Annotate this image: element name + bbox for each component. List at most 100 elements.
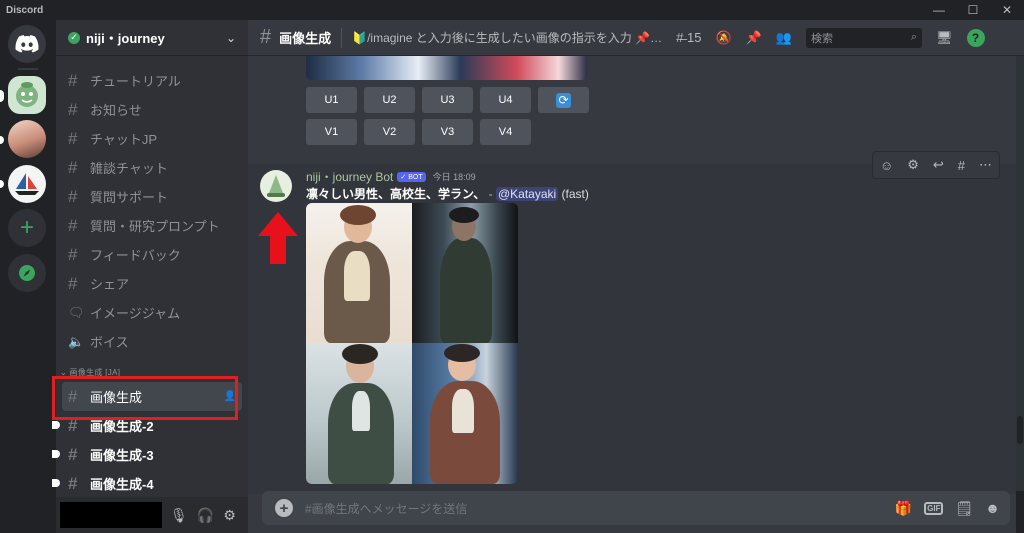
variation-2-button[interactable]: V2 <box>364 119 415 145</box>
channel-item[interactable]: # 画像生成-4 <box>52 469 248 498</box>
inbox-icon[interactable]: 🖥 <box>936 30 953 46</box>
highlight-box <box>52 376 238 420</box>
headphones-icon[interactable]: 🎧 <box>197 507 214 524</box>
scrollbar-thumb[interactable] <box>1017 416 1023 444</box>
attach-plus-button[interactable]: + <box>275 499 293 517</box>
generated-image-3[interactable] <box>306 343 412 484</box>
reroll-button[interactable]: ⟳ <box>538 87 589 113</box>
message-input[interactable]: #画像生成へメッセージを送信 <box>305 500 895 517</box>
hash-icon: # <box>68 99 78 119</box>
channel-list: # チュートリアル # お知らせ # チャットJP # 雑談チャット # 質問サポート #… <box>56 66 248 356</box>
channel-item[interactable]: # フィードバック <box>56 240 248 269</box>
hash-icon: # <box>68 70 78 90</box>
message-composer[interactable]: + #画像生成へメッセージを送信 🎁 GIF 🗒 ☻ <box>262 491 1010 525</box>
channel-name: 雑談チャット <box>90 161 168 176</box>
channel-title: 画像生成 <box>279 31 332 46</box>
generated-image-grid[interactable] <box>306 203 518 484</box>
minimize-button[interactable]: — <box>922 0 956 20</box>
channel-name: イメージジャム <box>90 306 181 321</box>
message-content: 凛々しい男性、高校生、学ラン、 - @Katayaki (fast) <box>306 185 589 202</box>
generated-image-1[interactable] <box>306 203 412 343</box>
timestamp: 今日 18:09 <box>432 172 476 182</box>
search-placeholder: 検索 <box>811 32 834 45</box>
add-reaction-icon[interactable]: ☺ <box>880 158 893 173</box>
app-name: Discord <box>6 4 44 16</box>
channel-name: 画像生成-3 <box>90 448 154 463</box>
verified-check-icon: ✓ <box>68 31 80 44</box>
upscale-3-button[interactable]: U3 <box>422 87 473 113</box>
explore-servers-button[interactable] <box>8 254 46 292</box>
message-list: U1 U2 U3 U4 ⟳ V1 V2 V3 V4 niji・journey B… <box>248 56 1016 533</box>
threads-icon: #̶ <box>676 30 684 45</box>
help-button[interactable]: ? <box>966 28 985 47</box>
unread-pill <box>0 136 4 144</box>
variation-4-button[interactable]: V4 <box>480 119 531 145</box>
server-niji-journey[interactable] <box>8 76 46 114</box>
channel-topic[interactable]: 🔰/imagine と入力後に生成したい画像の指示を入力 📌ピン... <box>352 29 670 46</box>
app-icon[interactable]: ⚙ <box>907 157 919 173</box>
upscale-button-row: U1 U2 U3 U4 ⟳ <box>306 87 589 113</box>
gift-icon[interactable]: 🎁 <box>895 500 912 517</box>
search-input[interactable]: 検索 ⌕ <box>806 27 923 48</box>
discord-app: Discord — ☐ ✕ + ✓ niji・journey ⌄ # チュートリ… <box>0 0 1024 533</box>
figure-shape <box>452 389 474 433</box>
settings-gear-icon[interactable]: ⚙ <box>223 507 236 524</box>
message-actions-toolbar: ☺ ⚙ ↩ # ⋯ <box>872 151 1000 179</box>
thread-hash-icon: # <box>68 473 78 493</box>
sticker-icon[interactable]: 🗒 <box>955 500 973 517</box>
add-server-button[interactable]: + <box>8 209 46 247</box>
channel-item[interactable]: # チュートリアル <box>56 66 248 95</box>
variation-1-button[interactable]: V1 <box>306 119 357 145</box>
close-button[interactable]: ✕ <box>990 0 1024 20</box>
channel-item[interactable]: # お知らせ <box>56 95 248 124</box>
emoji-icon[interactable]: ☻ <box>985 500 1000 516</box>
variation-3-button[interactable]: V3 <box>422 119 473 145</box>
gif-button[interactable]: GIF <box>924 501 944 515</box>
server-anime-girl[interactable] <box>8 120 46 158</box>
upscale-2-button[interactable]: U2 <box>364 87 415 113</box>
channel-name: チャットJP <box>90 132 158 147</box>
search-icon: ⌕ <box>910 31 918 43</box>
previous-image-grid[interactable] <box>306 56 587 80</box>
channel-item[interactable]: 🗨 イメージジャム <box>56 298 248 327</box>
members-icon[interactable]: 👥 <box>776 30 792 46</box>
sailboat-icon <box>15 173 39 195</box>
figure-shape <box>344 251 370 301</box>
compass-icon <box>19 265 35 281</box>
channel-item[interactable]: # 画像生成-3 <box>52 440 248 469</box>
channel-name: ボイス <box>90 335 129 350</box>
microphone-icon[interactable]: 🎙 <box>170 507 188 524</box>
server-midjourney[interactable] <box>8 165 46 203</box>
channel-item[interactable]: # 質問・研究プロンプト <box>56 211 248 240</box>
thread-hash-icon: # <box>68 444 78 464</box>
channel-name: 質問・研究プロンプト <box>90 219 220 234</box>
pinned-icon[interactable]: 📌 <box>746 30 762 46</box>
author-name[interactable]: niji・journey Bot <box>306 168 393 185</box>
user-mention[interactable]: @Katayaki <box>495 187 559 201</box>
generated-image-4[interactable] <box>412 343 518 484</box>
bot-avatar[interactable] <box>260 170 292 202</box>
figure-hair <box>340 205 376 225</box>
channel-name: 質問サポート <box>90 190 169 205</box>
plus-icon: + <box>19 214 34 241</box>
guild-header[interactable]: ✓ niji・journey ⌄ <box>56 20 248 56</box>
channel-item[interactable]: # チャットJP <box>56 124 248 153</box>
home-button[interactable] <box>8 25 46 63</box>
hash-icon: # <box>68 244 78 264</box>
channel-item[interactable]: 🔈 ボイス <box>56 327 248 356</box>
upscale-1-button[interactable]: U1 <box>306 87 357 113</box>
mute-bell-icon[interactable]: 🔕 <box>715 30 731 46</box>
maximize-button[interactable]: ☐ <box>956 0 990 20</box>
upscale-4-button[interactable]: U4 <box>480 87 531 113</box>
channel-item[interactable]: # 雑談チャット <box>56 153 248 182</box>
generated-image-2[interactable] <box>412 203 518 343</box>
create-thread-icon[interactable]: # <box>958 158 965 173</box>
message-scrollbar[interactable] <box>1016 56 1024 491</box>
sail-icon <box>269 175 283 193</box>
threads-button[interactable]: #̶ 15 <box>676 30 701 45</box>
reply-icon[interactable]: ↩ <box>933 157 944 173</box>
channel-item[interactable]: # 質問サポート <box>56 182 248 211</box>
channel-item[interactable]: # シェア <box>56 269 248 298</box>
more-options-icon[interactable]: ⋯ <box>979 157 992 173</box>
selected-server-pill <box>0 90 4 102</box>
